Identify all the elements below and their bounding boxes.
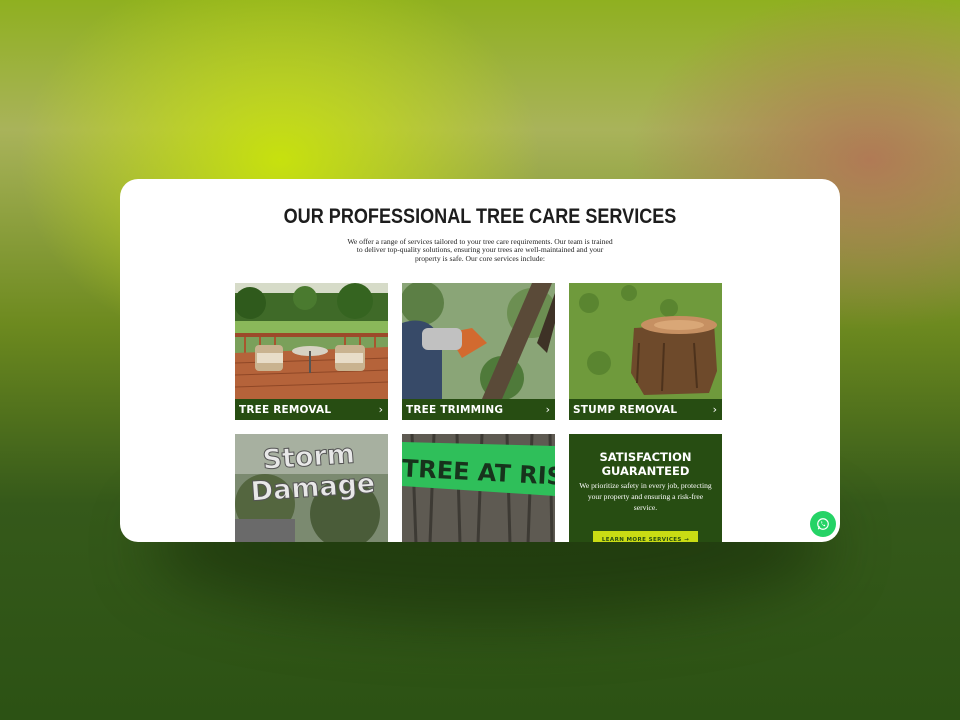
service-tile-tree-at-risk[interactable]: TREE AT RIS [402, 434, 555, 542]
satisfaction-heading: SATISFACTION GUARANTEED [599, 450, 692, 478]
tree-trimming-photo [402, 283, 555, 399]
satisfaction-panel: SATISFACTION GUARANTEED We prioritize sa… [569, 434, 722, 542]
stump-removal-bar: STUMP REMOVAL › [569, 399, 722, 420]
section-description: We offer a range of services tailored to… [347, 237, 613, 263]
service-tile-stump-removal[interactable]: STUMP REMOVAL › [569, 283, 722, 420]
learn-more-services-button[interactable]: LEARN MORE SERVICES → [593, 531, 698, 542]
chevron-right-icon: › [545, 403, 550, 416]
tree-removal-bar: TREE REMOVAL › [235, 399, 388, 420]
chevron-right-icon: › [712, 403, 717, 416]
satisfaction-text: We prioritize safety in every job, prote… [579, 481, 712, 512]
tree-trimming-label: TREE TRIMMING [406, 403, 504, 416]
stump-removal-photo [569, 283, 722, 399]
tree-removal-photo [235, 283, 388, 399]
service-tile-tree-trimming[interactable]: TREE TRIMMING › [402, 283, 555, 420]
tree-trimming-bar: TREE TRIMMING › [402, 399, 555, 420]
service-tile-tree-removal[interactable]: TREE REMOVAL › [235, 283, 388, 420]
whatsapp-icon [817, 518, 829, 530]
services-card: OUR PROFESSIONAL TREE CARE SERVICES We o… [120, 179, 840, 542]
storm-damage-photo: Storm Damage [235, 434, 388, 542]
stump-removal-label: STUMP REMOVAL [573, 403, 678, 416]
tree-removal-label: TREE REMOVAL [239, 403, 332, 416]
tree-at-risk-photo: TREE AT RIS [402, 434, 555, 542]
chevron-right-icon: › [378, 403, 383, 416]
whatsapp-button[interactable] [810, 511, 836, 537]
section-title: OUR PROFESSIONAL TREE CARE SERVICES [283, 205, 677, 228]
service-tile-storm-damage[interactable]: Storm Damage [235, 434, 388, 542]
